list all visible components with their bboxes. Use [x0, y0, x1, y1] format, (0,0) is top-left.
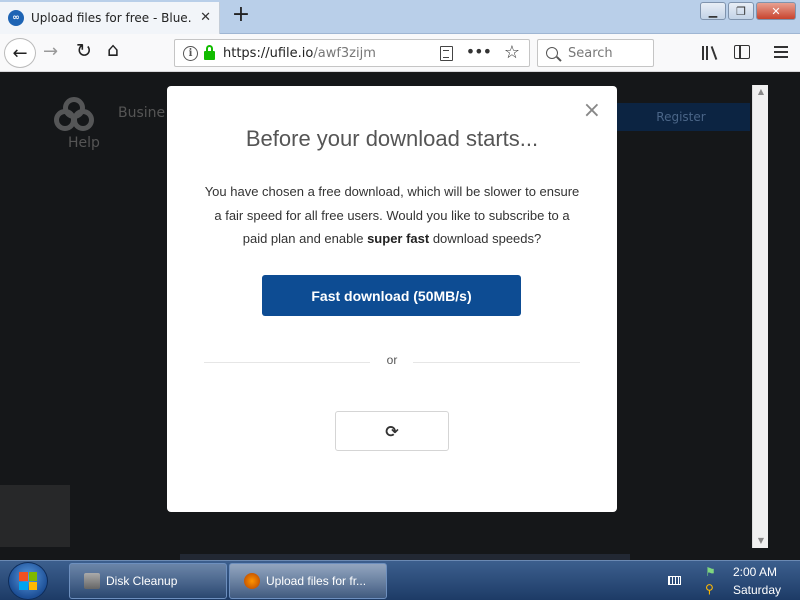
maximize-button[interactable]: ❐ [728, 2, 754, 20]
clock-time[interactable]: 2:00 AM [720, 565, 790, 579]
modal-text-bold: super fast [367, 231, 430, 246]
taskbar-item-firefox[interactable]: Upload files for fr... [229, 563, 387, 599]
tab-bar: ∞ Upload files for free - Blue.zip - ✕ +… [0, 0, 800, 34]
download-modal: × Before your download starts... You hav… [167, 86, 617, 512]
sidebar-toggle-icon[interactable] [734, 45, 750, 59]
url-text[interactable]: https://ufile.io/awf3zijm [223, 46, 376, 61]
nav-help-link: Help [68, 135, 100, 151]
window-controls: ▁ ❐ ✕ [700, 2, 796, 20]
ufile-logo-icon [52, 97, 102, 133]
library-icon[interactable] [702, 45, 718, 60]
taskbar-item-disk-cleanup[interactable]: Disk Cleanup [69, 563, 227, 599]
navigation-bar: ← → ↻ ⌂ i https://ufile.io/awf3zijm ••• … [0, 34, 800, 72]
free-download-button[interactable]: ⟳ [335, 411, 449, 451]
modal-description: You have chosen a free download, which w… [201, 180, 583, 251]
search-input[interactable]: Search [537, 39, 654, 67]
bookmark-star-icon[interactable]: ☆ [504, 42, 520, 63]
modal-title: Before your download starts... [245, 126, 539, 151]
taskbar-item-label: Disk Cleanup [106, 574, 178, 588]
divider-right [413, 362, 580, 363]
search-icon [546, 47, 558, 59]
hamburger-menu-icon[interactable] [774, 46, 788, 58]
modal-close-icon[interactable]: × [583, 100, 601, 122]
new-tab-icon[interactable]: + [230, 4, 252, 28]
windows-taskbar: Disk Cleanup Upload files for fr... ⚑ ⚲ … [0, 560, 800, 600]
tab-close-icon[interactable]: ✕ [200, 10, 211, 25]
ufile-favicon-icon: ∞ [8, 10, 24, 26]
scroll-down-icon[interactable]: ▼ [753, 534, 769, 548]
search-placeholder: Search [568, 45, 613, 61]
taskbar-item-label: Upload files for fr... [266, 574, 367, 588]
info-icon[interactable]: i [183, 45, 198, 61]
start-button[interactable] [8, 562, 48, 600]
tray-search-icon[interactable]: ⚲ [705, 582, 714, 596]
forward-arrow-icon[interactable]: → [43, 41, 58, 62]
clock-day[interactable]: Saturday [720, 583, 794, 597]
recaptcha-badge [0, 485, 70, 547]
page-scrollbar[interactable]: ▲ ▼ [752, 85, 768, 548]
keyboard-icon[interactable] [668, 576, 681, 585]
minimize-button[interactable]: ▁ [700, 2, 726, 20]
action-center-flag-icon[interactable]: ⚑ [705, 565, 716, 579]
or-separator: or [386, 353, 398, 367]
close-window-button[interactable]: ✕ [756, 2, 796, 20]
reload-icon[interactable]: ↻ [76, 40, 92, 62]
reader-view-icon[interactable] [440, 46, 453, 61]
tab-title: Upload files for free - Blue.zip - [31, 11, 191, 25]
nav-business-link: Busine [118, 105, 166, 121]
url-host: https://ufile.io [223, 45, 314, 61]
back-arrow-icon[interactable]: ← [4, 38, 36, 68]
url-bar[interactable]: i https://ufile.io/awf3zijm ••• ☆ [174, 39, 530, 67]
page-content: Busine Help Register ▲ ▼ × Before your d… [0, 73, 800, 560]
fast-download-button[interactable]: Fast download (50MB/s) [262, 275, 521, 316]
disk-cleanup-icon [84, 573, 100, 589]
url-path: /awf3zijm [313, 45, 376, 61]
loading-spinner-icon: ⟳ [385, 421, 399, 441]
modal-text-part2: download speeds? [429, 231, 542, 246]
browser-tab[interactable]: ∞ Upload files for free - Blue.zip - ✕ [0, 2, 220, 34]
scroll-up-icon[interactable]: ▲ [753, 85, 769, 99]
lock-icon [204, 44, 215, 60]
firefox-icon [244, 573, 260, 589]
register-button: Register [612, 103, 750, 131]
page-actions-icon[interactable]: ••• [466, 42, 492, 61]
windows-logo-icon [19, 572, 37, 590]
home-icon[interactable]: ⌂ [107, 39, 119, 61]
